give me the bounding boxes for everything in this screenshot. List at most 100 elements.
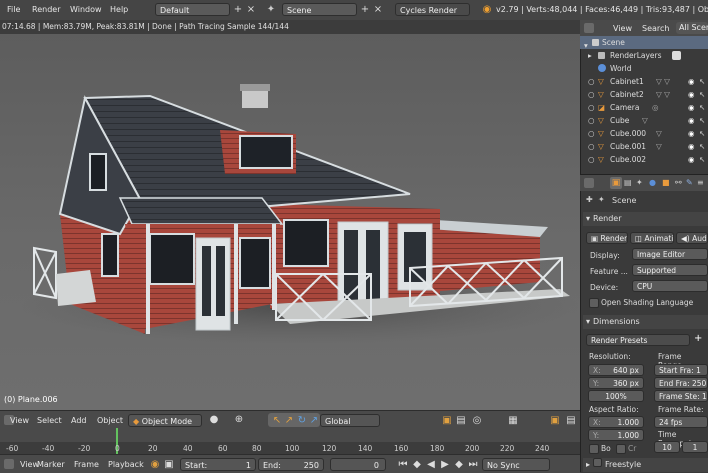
view-menu[interactable]: View xyxy=(10,416,29,425)
outliner-row-cube002[interactable]: ○ ▽ Cube.002 ◉ ↖ xyxy=(580,153,708,164)
prev-key-icon[interactable]: ◆ xyxy=(412,459,422,470)
osl-checkbox[interactable] xyxy=(589,298,599,308)
device-select[interactable]: CPU xyxy=(632,280,708,292)
outliner-row-cube[interactable]: ○ ▽ Cube ▽ ◉ ↖ xyxy=(580,114,708,127)
select-arrow-icon[interactable]: ↖ xyxy=(699,101,705,114)
object-tab-icon[interactable]: ■ xyxy=(662,178,670,187)
current-frame-field[interactable]: 0 xyxy=(330,458,386,471)
feature-set-select[interactable]: Supported xyxy=(632,264,708,276)
layers-icon[interactable]: ▣ xyxy=(442,415,452,426)
scene-tab-icon[interactable]: ✦ xyxy=(636,178,643,187)
menu-window[interactable]: Window xyxy=(70,5,102,14)
data-tab-icon[interactable]: ≡ xyxy=(697,178,704,187)
resolution-y-field[interactable]: Y: 360 px xyxy=(588,377,644,389)
add-preset-icon[interactable]: + xyxy=(694,333,702,344)
render-button[interactable]: ▣ Render xyxy=(586,232,628,244)
visibility-eye-icon[interactable]: ◉ xyxy=(688,114,695,127)
layout-selector[interactable]: Default xyxy=(155,3,230,16)
snap-icon[interactable]: ▤ xyxy=(456,415,466,426)
close-scene-icon[interactable]: × xyxy=(373,4,383,15)
jump-end-icon[interactable]: ⏭ xyxy=(468,459,478,470)
select-arrow-icon[interactable]: ↖ xyxy=(699,153,705,164)
add-scene-icon[interactable]: + xyxy=(360,4,370,15)
render-engine-select[interactable]: Cycles Render xyxy=(395,3,470,16)
animation-button[interactable]: ◫ Animatio xyxy=(630,232,674,244)
display-mode-select[interactable]: All Scenes xyxy=(676,22,708,34)
frame-rate-select[interactable]: 24 fps xyxy=(654,416,708,428)
orientation-select[interactable]: Global xyxy=(320,414,380,427)
visibility-eye-icon[interactable]: ◉ xyxy=(688,75,695,88)
camera-render-icon[interactable]: ▣ xyxy=(550,415,560,426)
scale-icon[interactable]: ↗ xyxy=(309,415,319,426)
render-panel-header[interactable]: ▾ Render xyxy=(583,212,708,226)
outliner-view-menu[interactable]: View xyxy=(613,24,632,33)
scene-selector[interactable]: Scene xyxy=(282,3,357,16)
outliner-row-cube001[interactable]: ○ ▽ Cube.001 ▽ ◉ ↖ xyxy=(580,140,708,153)
editor-type-icon[interactable] xyxy=(584,178,594,188)
outliner-row-scene[interactable]: ▾ Scene xyxy=(580,36,708,50)
menu-help[interactable]: Help xyxy=(110,5,128,14)
keying-icon[interactable]: ◉ xyxy=(150,459,160,470)
audio-button[interactable]: ◀) Audio xyxy=(676,232,708,244)
overlay-icon[interactable]: ▤ xyxy=(566,415,576,426)
time-old-field[interactable]: 10 xyxy=(654,441,680,453)
world-tab-icon[interactable]: ● xyxy=(649,178,656,187)
add-menu[interactable]: Add xyxy=(71,416,87,425)
expand-icon[interactable]: ○ xyxy=(588,101,595,114)
menu-render[interactable]: Render xyxy=(32,5,60,14)
border-checkbox[interactable] xyxy=(589,444,599,454)
outliner-row-renderlayers[interactable]: ▸ RenderLayers xyxy=(580,49,708,62)
play-reverse-icon[interactable]: ◀ xyxy=(426,459,436,470)
render-presets-select[interactable]: Render Presets xyxy=(586,334,690,346)
sync-select[interactable]: No Sync xyxy=(482,458,550,471)
expand-icon[interactable]: ○ xyxy=(588,153,595,164)
visibility-eye-icon[interactable]: ◉ xyxy=(688,140,695,153)
3d-viewport[interactable] xyxy=(0,34,580,410)
aspect-x-field[interactable]: X: 1.000 xyxy=(588,416,644,428)
playback-menu[interactable]: Playback xyxy=(108,460,144,469)
render-preview-icon[interactable]: ▦ xyxy=(508,415,518,426)
outliner-row-cube000[interactable]: ○ ▽ Cube.000 ▽ ◉ ↖ xyxy=(580,127,708,140)
expand-icon[interactable]: ○ xyxy=(588,127,595,140)
layers-tab-icon[interactable]: ▤ xyxy=(624,178,632,187)
expand-icon[interactable]: ○ xyxy=(588,114,595,127)
end-frame-field[interactable]: End: 250 xyxy=(258,458,324,471)
jump-start-icon[interactable]: ⏮ xyxy=(398,459,408,470)
play-icon[interactable]: ▶ xyxy=(440,459,450,470)
display-select[interactable]: Image Editor xyxy=(632,248,708,260)
select-arrow-icon[interactable]: ↖ xyxy=(699,140,705,153)
rotate-icon[interactable]: ↻ xyxy=(297,415,307,426)
close-layout-icon[interactable]: × xyxy=(246,4,256,15)
render-tab-icon[interactable]: ▣ xyxy=(610,177,622,189)
resolution-percentage-field[interactable]: 100% xyxy=(588,390,644,402)
select-arrow-icon[interactable]: ↖ xyxy=(699,75,705,88)
proportional-icon[interactable]: ◎ xyxy=(472,415,482,426)
resolution-x-field[interactable]: X: 640 px xyxy=(588,364,644,376)
start-frame-prop[interactable]: Start Fra: 1 xyxy=(654,364,708,376)
expand-icon[interactable]: ○ xyxy=(588,140,595,153)
frame-menu[interactable]: Frame xyxy=(74,460,99,469)
marker-menu[interactable]: Marker xyxy=(37,460,65,469)
select-menu[interactable]: Select xyxy=(37,416,62,425)
select-arrow-icon[interactable]: ↖ xyxy=(699,114,705,127)
select-arrow-icon[interactable]: ↖ xyxy=(699,88,705,101)
select-arrow-icon[interactable]: ↖ xyxy=(699,127,705,140)
constraints-tab-icon[interactable]: ⚯ xyxy=(675,178,682,187)
translate-icon[interactable]: ↗ xyxy=(284,415,294,426)
visibility-eye-icon[interactable]: ◉ xyxy=(688,153,695,164)
time-new-field[interactable]: 1 xyxy=(682,441,708,453)
outliner-row-cabinet1[interactable]: ○ ▽ Cabinet1 ▽ ▽ ◉ ↖ xyxy=(580,75,708,88)
menu-file[interactable]: File xyxy=(7,5,20,14)
mode-selector[interactable]: ◆ Object Mode xyxy=(128,414,202,427)
end-frame-prop[interactable]: End Fra: 250 xyxy=(654,377,708,389)
dimensions-panel-header[interactable]: ▾ Dimensions xyxy=(583,315,708,329)
object-menu[interactable]: Object xyxy=(97,416,123,425)
add-layout-icon[interactable]: + xyxy=(233,4,243,15)
next-key-icon[interactable]: ◆ xyxy=(454,459,464,470)
start-frame-field[interactable]: Start: 1 xyxy=(180,458,256,471)
manipulator-icon[interactable]: ↖ xyxy=(272,415,282,426)
crop-checkbox[interactable] xyxy=(616,444,626,454)
freestyle-panel-header[interactable]: ▸ Freestyle xyxy=(583,458,708,472)
expand-icon[interactable]: ▸ xyxy=(588,49,592,62)
shading-icon[interactable]: ● xyxy=(209,414,219,425)
